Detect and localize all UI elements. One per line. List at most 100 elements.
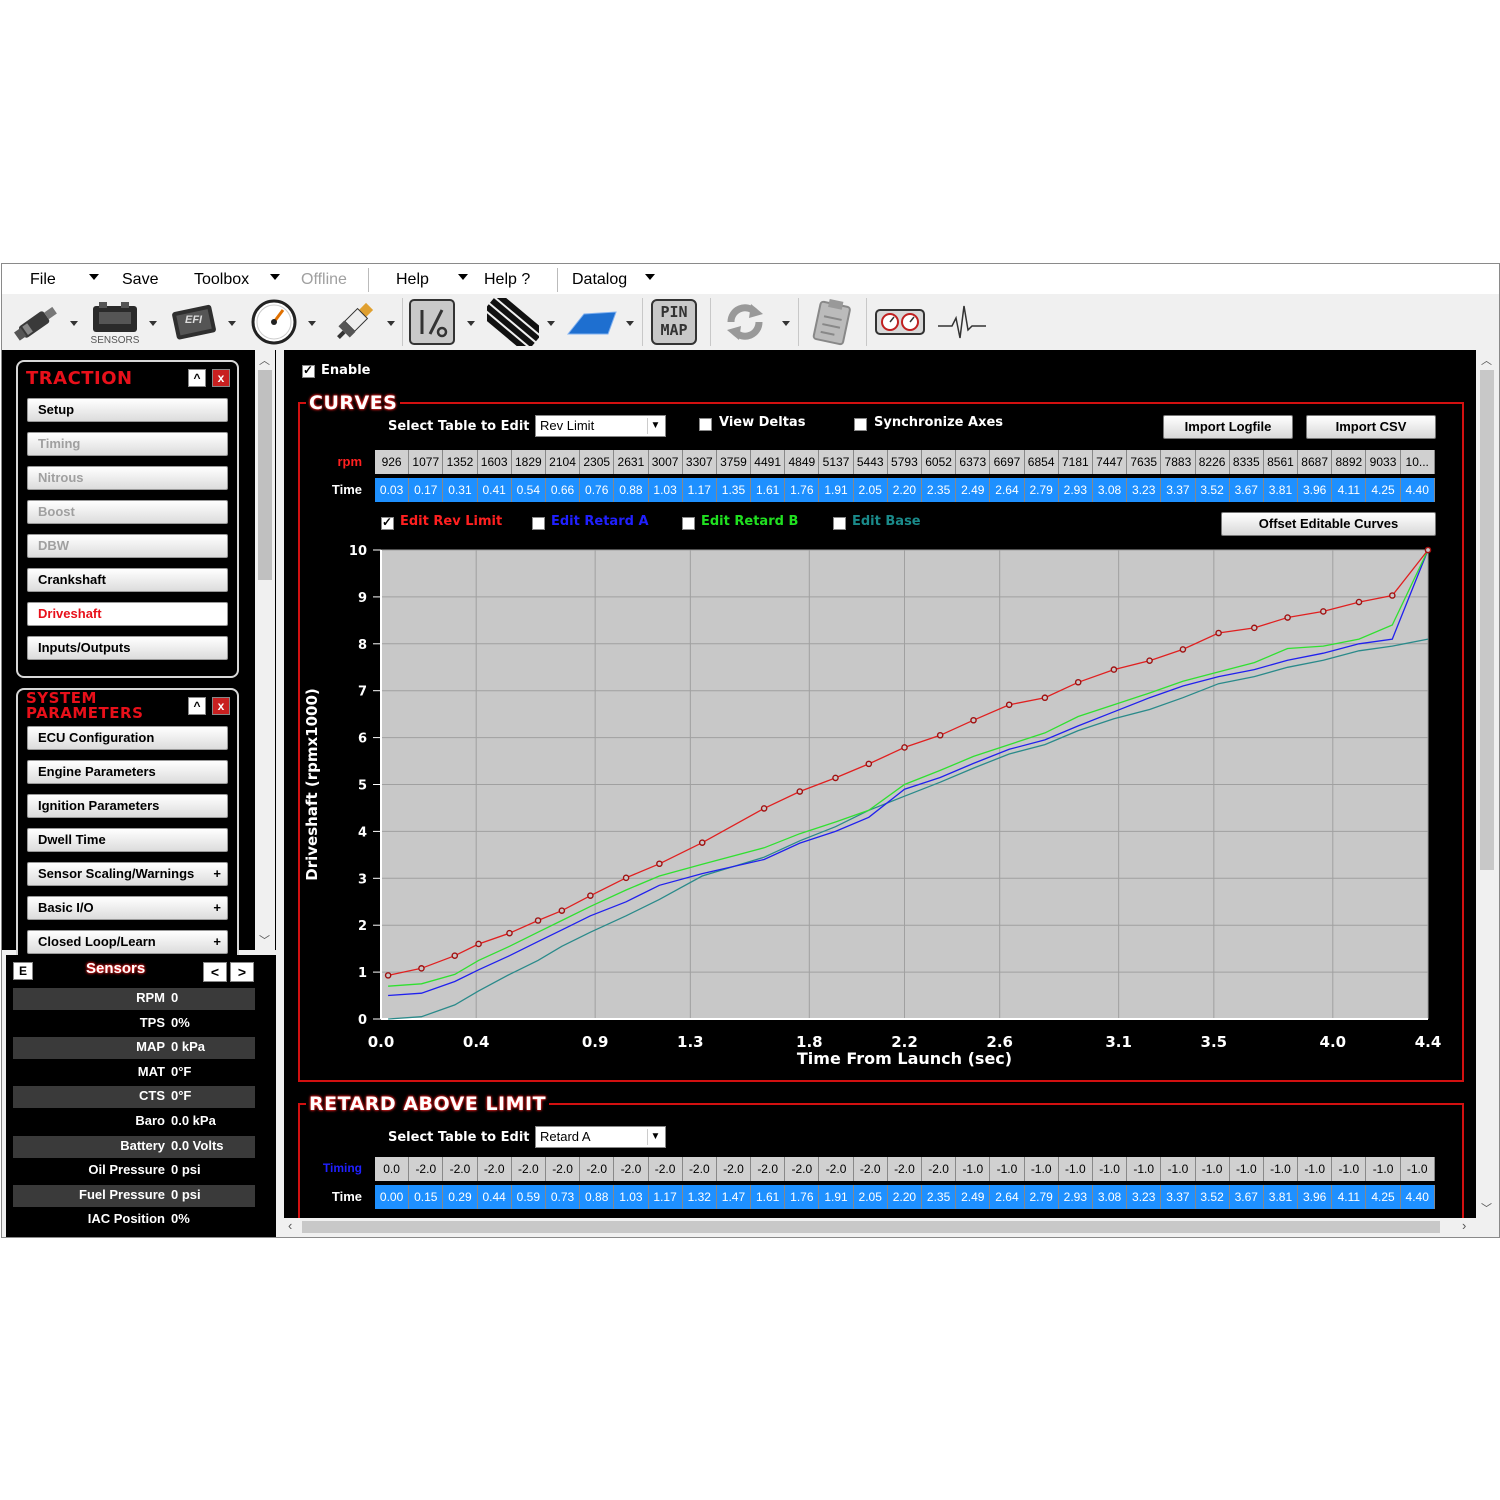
nav-button-dbw[interactable]: DBW: [27, 534, 228, 558]
data-point[interactable]: [865, 760, 873, 768]
nav-button-timing[interactable]: Timing: [27, 432, 228, 456]
data-point[interactable]: [796, 788, 804, 795]
nav-button-engine-parameters[interactable]: Engine Parameters: [27, 760, 228, 784]
dashboard-gauges-icon[interactable]: [872, 298, 928, 346]
table-cell[interactable]: 2.35: [922, 1185, 957, 1209]
nav-button-driveshaft[interactable]: Driveshaft: [27, 602, 228, 626]
table-cell[interactable]: 1.03: [614, 1185, 649, 1209]
data-point[interactable]: [587, 892, 594, 899]
nav-button-closed-loop-learn[interactable]: Closed Loop/Learn +: [27, 930, 228, 954]
e-button[interactable]: E: [13, 962, 33, 980]
table-cell[interactable]: 0.15: [409, 1185, 444, 1209]
table-cell[interactable]: -1.0: [1058, 1157, 1093, 1181]
scroll-up-icon[interactable]: ︿: [1481, 352, 1492, 368]
3d-table-icon[interactable]: [564, 298, 620, 346]
close-button[interactable]: x: [212, 369, 230, 387]
table-cell[interactable]: 2.20: [887, 1185, 922, 1209]
data-point[interactable]: [418, 965, 425, 972]
table-cell[interactable]: -2.0: [614, 1157, 649, 1181]
nav-button-crankshaft[interactable]: Crankshaft: [27, 568, 228, 592]
table-cell[interactable]: -2.0: [716, 1157, 752, 1181]
data-point[interactable]: [475, 940, 482, 948]
table-cell[interactable]: -2.0: [682, 1157, 717, 1181]
table-cell[interactable]: -1.0: [1332, 1157, 1367, 1181]
table-cell[interactable]: 1.47: [716, 1185, 752, 1209]
menu-datalog[interactable]: Datalog: [572, 271, 627, 289]
table-cell[interactable]: 4.11: [1332, 1185, 1367, 1209]
sensors-next-button[interactable]: >: [230, 962, 254, 982]
table-cell[interactable]: -2.0: [922, 1157, 957, 1181]
table-cell[interactable]: -1.0: [1366, 1157, 1401, 1181]
table-cell[interactable]: -2.0: [751, 1157, 786, 1181]
table-cell[interactable]: 2.49: [956, 1185, 991, 1209]
table-cell[interactable]: 3.67: [1229, 1185, 1264, 1209]
table-cell[interactable]: 4.25: [1366, 1185, 1401, 1209]
table-cell[interactable]: 1.76: [785, 1185, 820, 1209]
data-point[interactable]: [698, 839, 706, 846]
scroll-down-icon[interactable]: ﹀: [259, 932, 270, 948]
table-cell[interactable]: -1.0: [1024, 1157, 1059, 1181]
driveshaft-chart[interactable]: 0.0 0.4 0.9 1.3 1.8 2.2 2.6 3.1 3.5 4.0 4.40123456…: [284, 350, 1476, 1090]
menu-save[interactable]: Save: [122, 271, 158, 289]
table-cell[interactable]: -1.0: [1263, 1157, 1299, 1181]
nav-button-ecu-configuration[interactable]: ECU Configuration: [27, 726, 228, 750]
data-point[interactable]: [622, 874, 630, 882]
nav-button-dwell-time[interactable]: Dwell Time: [27, 828, 228, 852]
data-point[interactable]: [1215, 629, 1222, 637]
data-point[interactable]: [936, 731, 944, 739]
table-cell[interactable]: 1.91: [819, 1185, 854, 1209]
table-cell[interactable]: 2.93: [1058, 1185, 1093, 1209]
scroll-left-icon[interactable]: ‹: [288, 1218, 292, 1233]
data-point[interactable]: [558, 907, 566, 914]
io-dropdown-arrow[interactable]: [467, 321, 475, 326]
collapse-button[interactable]: ^: [188, 369, 206, 387]
data-point[interactable]: [901, 744, 908, 751]
datalog-dropdown-arrow[interactable]: [645, 274, 655, 280]
stripes-icon[interactable]: [479, 291, 545, 354]
table-cell[interactable]: 1.61: [751, 1185, 786, 1209]
nav-button-boost[interactable]: Boost: [27, 500, 228, 524]
table-cell[interactable]: 3.52: [1195, 1185, 1230, 1209]
menu-help[interactable]: Help: [396, 271, 429, 289]
scrollbar-thumb[interactable]: [302, 1221, 1440, 1233]
table-cell[interactable]: -2.0: [409, 1157, 444, 1181]
table-cell[interactable]: -1.0: [1298, 1157, 1333, 1181]
table-cell[interactable]: 0.73: [545, 1185, 581, 1209]
file-dropdown-arrow[interactable]: [89, 274, 99, 280]
table-cell[interactable]: 0.00: [375, 1185, 410, 1209]
scroll-up-icon[interactable]: ︿: [259, 352, 270, 368]
table-cell[interactable]: -2.0: [785, 1157, 820, 1181]
nav-button-ignition-parameters[interactable]: Ignition Parameters: [27, 794, 228, 818]
nav-button-setup[interactable]: Setup: [27, 398, 228, 422]
main-horizontal-scrollbar[interactable]: ‹ ›: [284, 1218, 1476, 1236]
injector-dropdown-arrow[interactable]: [70, 321, 78, 326]
data-point[interactable]: [1389, 592, 1396, 599]
table-cell[interactable]: -2.0: [819, 1157, 854, 1181]
data-point[interactable]: [1284, 614, 1291, 621]
data-point[interactable]: [1250, 624, 1258, 632]
nav-button-nitrous[interactable]: Nitrous: [27, 466, 228, 490]
table-cell[interactable]: -2.0: [853, 1157, 888, 1181]
table-cell[interactable]: 1.32: [682, 1185, 717, 1209]
table-cell[interactable]: -2.0: [648, 1157, 683, 1181]
refresh-icon[interactable]: [719, 298, 771, 346]
data-point[interactable]: [1074, 678, 1082, 686]
data-point[interactable]: [970, 716, 977, 724]
table-cell[interactable]: -1.0: [1161, 1157, 1196, 1181]
data-point[interactable]: [760, 805, 768, 812]
nav-button-basic-i-o[interactable]: Basic I/O +: [27, 896, 228, 920]
table-cell[interactable]: 3.96: [1298, 1185, 1333, 1209]
table-cell[interactable]: 1.17: [648, 1185, 683, 1209]
table-cell[interactable]: -1.0: [1127, 1157, 1162, 1181]
sensors-icon[interactable]: SENSORS: [89, 298, 141, 346]
nav-button-sensor-scaling-warnings[interactable]: Sensor Scaling/Warnings +: [27, 862, 228, 886]
data-point[interactable]: [1041, 694, 1049, 702]
table-cell[interactable]: -2.0: [887, 1157, 922, 1181]
main-vertical-scrollbar[interactable]: ︿ ﹀: [1476, 350, 1498, 1218]
scrollbar-thumb[interactable]: [258, 370, 272, 580]
table-cell[interactable]: -2.0: [477, 1157, 512, 1181]
table-cell[interactable]: -2.0: [580, 1157, 615, 1181]
table-cell[interactable]: 0.44: [477, 1185, 512, 1209]
table-cell[interactable]: 3.81: [1263, 1185, 1299, 1209]
table-cell[interactable]: 3.08: [1092, 1185, 1128, 1209]
